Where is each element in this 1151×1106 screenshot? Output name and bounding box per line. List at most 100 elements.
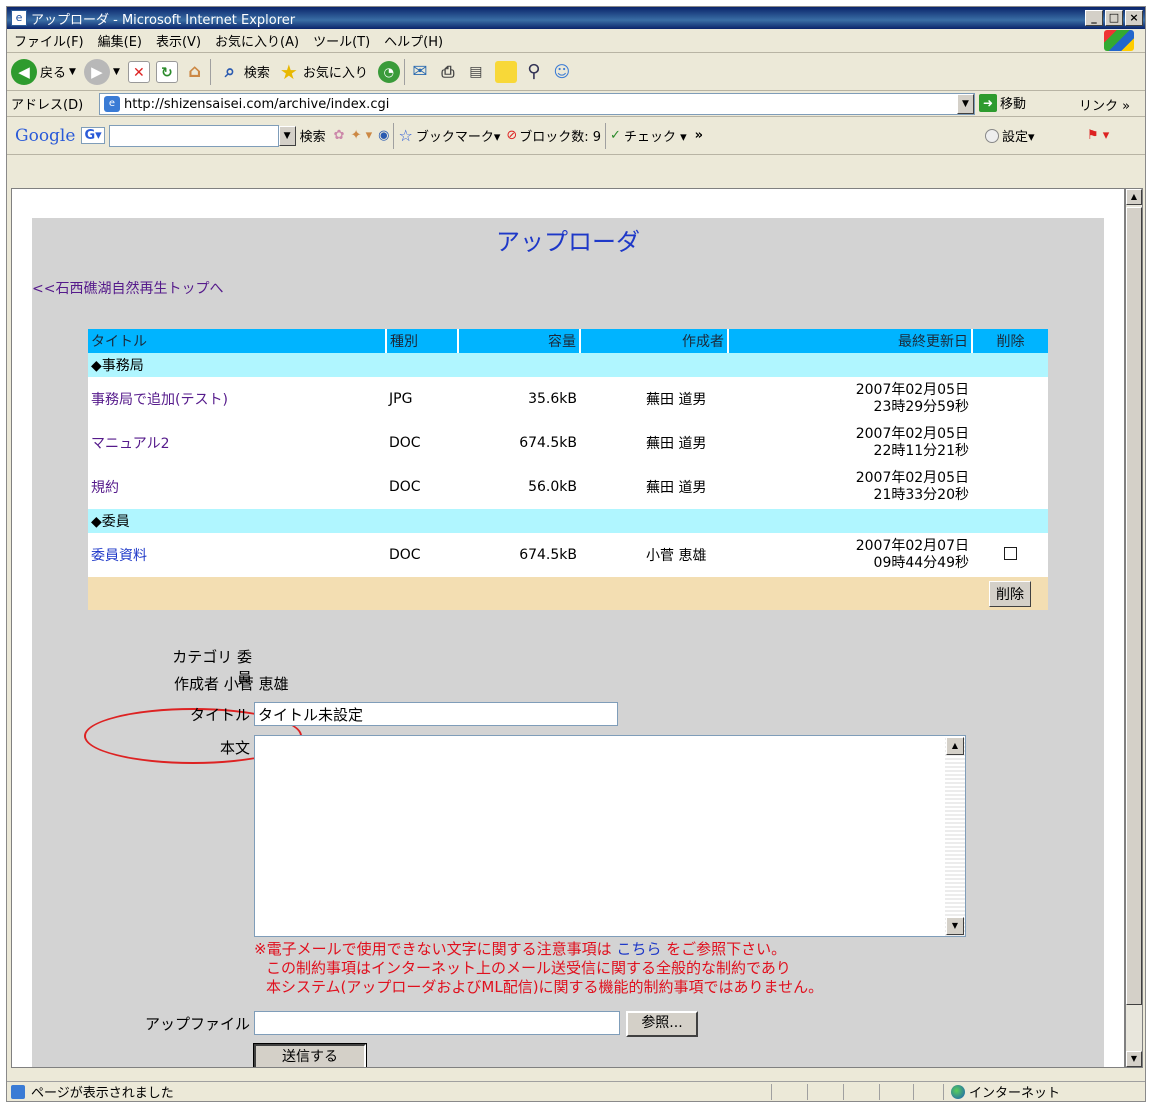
note-link[interactable]: こちら [616, 940, 661, 958]
print-icon[interactable]: ⎙ [437, 61, 459, 83]
note-text: ※電子メールで使用できない文字に関する注意事項は [254, 940, 617, 958]
settings-button[interactable]: 設定▾ [985, 126, 1035, 145]
body-textarea[interactable]: ▲ ▼ [254, 735, 966, 937]
home-icon[interactable]: ⌂ [184, 61, 206, 83]
google-search-dropdown[interactable]: ▼ [278, 125, 296, 146]
category-row: ◆委員 [88, 509, 1048, 533]
spellcheck-icon: ✓ [610, 128, 621, 143]
research-icon[interactable]: ⚲ [523, 61, 545, 83]
back-button[interactable]: ◀ 戻る ▼ [11, 58, 76, 85]
title-bar[interactable]: e アップローダ - Microsoft Internet Explorer _… [7, 7, 1145, 29]
status-divider [771, 1084, 772, 1100]
scroll-down-icon[interactable]: ▼ [946, 917, 964, 935]
scroll-up-icon[interactable]: ▲ [946, 737, 964, 755]
minimize-button[interactable]: _ [1085, 10, 1103, 26]
file-size: 56.0kB [528, 479, 577, 495]
spellcheck-button[interactable]: チェック ▾ [624, 126, 687, 145]
scroll-thumb[interactable] [1126, 207, 1142, 1005]
file-title-link[interactable]: 委員資料 [88, 533, 386, 577]
delete-button[interactable]: 削除 [989, 580, 1031, 607]
go-arrow-icon: ➜ [979, 93, 997, 112]
file-type: DOC [389, 547, 421, 563]
google-search-input[interactable] [108, 124, 279, 147]
upload-file-label: アップファイル [144, 1015, 250, 1033]
mail-icon[interactable]: ✉ [409, 61, 431, 83]
table-row: マニュアル2 DOC 674.5kB 蕪田 道男 2007年02月05日 22時1… [88, 421, 1048, 465]
globe-icon[interactable]: ◉ [378, 128, 389, 143]
pagerank-icon[interactable]: ✦ ▾ [351, 128, 373, 143]
menu-edit[interactable]: 編集(E) [98, 31, 142, 50]
title-input[interactable]: タイトル未設定 [254, 702, 618, 726]
maximize-button[interactable]: □ [1105, 10, 1123, 26]
file-title-link[interactable]: マニュアル2 [88, 421, 386, 465]
delete-checkbox[interactable] [1003, 546, 1017, 560]
address-dropdown-button[interactable]: ▼ [957, 94, 974, 114]
stop-icon[interactable]: ✕ [127, 60, 150, 83]
body-field-label: 本文 [219, 739, 250, 757]
file-size: 35.6kB [528, 391, 577, 407]
file-title-link[interactable]: 事務局で追加(テスト) [88, 377, 386, 421]
news-icon[interactable]: ✿ [334, 128, 345, 143]
time-line: 09時44分49秒 [873, 555, 969, 571]
address-input[interactable]: e http://shizensaisei.com/archive/index.… [99, 93, 975, 115]
file-table: タイトル 種別 容量 作成者 最終更新日 削除 ◆事務局 事務局で追加(テスト)… [88, 329, 1048, 610]
category-label: ◆事務局 [88, 353, 1048, 377]
windows-logo-icon [1104, 30, 1134, 51]
address-bar: アドレス(D) e http://shizensaisei.com/archiv… [7, 91, 1145, 117]
file-author: 蕪田 道男 [646, 436, 707, 452]
refresh-icon[interactable]: ↻ [155, 60, 178, 83]
upload-file-input[interactable] [254, 1011, 620, 1035]
menu-bar: ファイル(F) 編集(E) 表示(V) お気に入り(A) ツール(T) ヘルプ(… [7, 29, 1145, 53]
messenger-icon[interactable]: ☺ [551, 61, 573, 83]
scroll-up-icon[interactable]: ▲ [1126, 189, 1142, 205]
file-size: 674.5kB [519, 435, 577, 451]
radio-icon [985, 128, 999, 143]
more-button[interactable]: » [695, 128, 703, 143]
favorites-button[interactable]: ★ お気に入り [278, 61, 368, 83]
time-line: 21時33分20秒 [873, 487, 969, 503]
settings-label: 設定▾ [1002, 130, 1035, 145]
popup-blocked-count[interactable]: ブロック数: 9 [519, 126, 601, 145]
search-button[interactable]: ⌕ 検索 [219, 61, 270, 83]
page-scrollbar[interactable]: ▲ ▼ [1125, 188, 1143, 1068]
forward-arrow-icon: ▶ [83, 58, 110, 85]
back-to-top-link[interactable]: <<石西礁湖自然再生トップへ [32, 278, 223, 298]
translate-icon[interactable]: ⚑ ▾ [1087, 128, 1109, 143]
menu-favorites[interactable]: お気に入り(A) [215, 31, 299, 50]
delete-cell [972, 377, 1048, 421]
back-arrow-icon: ◀ [11, 58, 37, 85]
category-label-text: カテゴリ [172, 648, 233, 666]
delete-cell [972, 421, 1048, 465]
discuss-icon[interactable] [494, 60, 517, 83]
menu-tools[interactable]: ツール(T) [313, 31, 370, 50]
forward-button[interactable]: ▶ ▼ [83, 58, 120, 85]
toolbar-separator [403, 58, 405, 85]
window-title: アップローダ - Microsoft Internet Explorer [31, 12, 296, 28]
edit-icon[interactable]: ▤ [465, 61, 487, 83]
file-title-link[interactable]: 規約 [88, 465, 386, 509]
time-line: 23時29分59秒 [873, 399, 969, 415]
chevron-down-icon: ▼ [112, 66, 120, 77]
menu-view[interactable]: 表示(V) [156, 31, 201, 50]
status-divider [913, 1084, 914, 1100]
bookmark-button[interactable]: ブックマーク▾ [416, 126, 501, 145]
browser-window: e アップローダ - Microsoft Internet Explorer _… [6, 6, 1146, 1102]
zone-indicator: インターネット [951, 1082, 1060, 1101]
menu-help[interactable]: ヘルプ(H) [384, 31, 443, 50]
close-button[interactable]: × [1125, 10, 1143, 26]
textarea-scrollbar[interactable]: ▲ ▼ [945, 736, 965, 936]
scroll-down-icon[interactable]: ▼ [1126, 1051, 1142, 1067]
file-type: DOC [389, 479, 421, 495]
google-search-button[interactable]: 検索 [300, 126, 326, 145]
file-date: 2007年02月05日 21時33分20秒 [728, 465, 972, 509]
submit-button[interactable]: 送信する [253, 1043, 367, 1067]
col-author: 作成者 [580, 329, 729, 353]
links-button[interactable]: リンク » [1079, 95, 1130, 114]
google-menu-button[interactable]: G▾ [81, 127, 105, 144]
menu-file[interactable]: ファイル(F) [14, 31, 84, 50]
mail-note-line3: 本システム(アップローダおよびML配信)に関する機能的制約事項ではありません。 [266, 978, 824, 996]
back-label: 戻る [40, 66, 67, 81]
browse-button[interactable]: 参照... [626, 1011, 698, 1037]
media-icon[interactable]: ◔ [377, 60, 400, 83]
go-button[interactable]: ➜ 移動 [979, 93, 1026, 112]
